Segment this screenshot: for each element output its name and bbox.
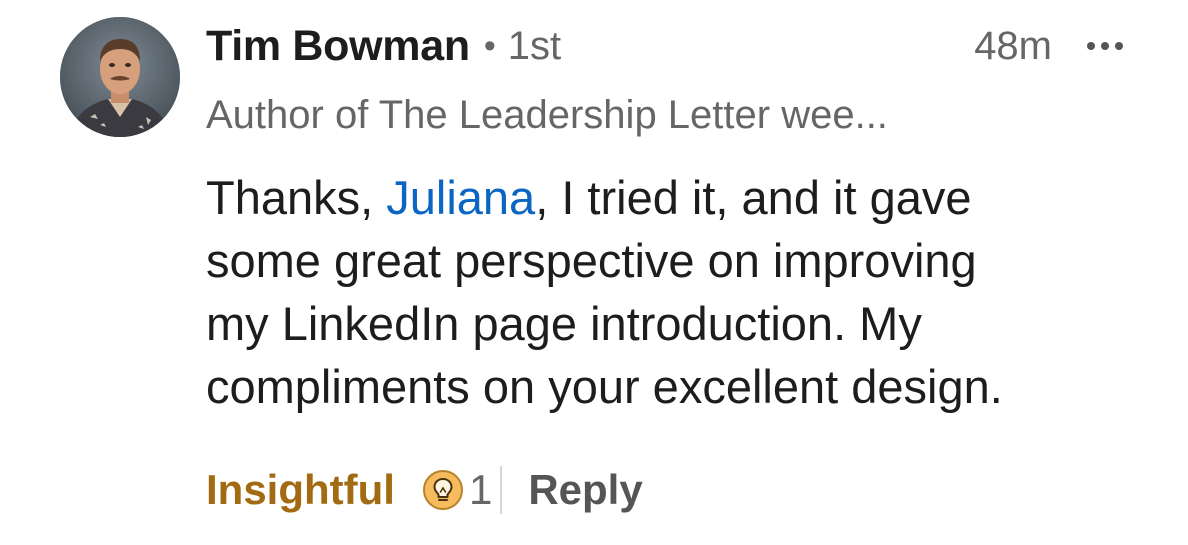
comment-line-3: my LinkedIn page introduction. My — [206, 297, 922, 350]
author-headline: Author of The Leadership Letter wee... — [206, 93, 888, 137]
avatar-photo — [60, 17, 180, 137]
reaction-button[interactable]: Insightful — [206, 466, 395, 514]
more-options-button[interactable] — [1080, 28, 1130, 64]
ellipsis-icon — [1087, 42, 1123, 50]
comment-line-1: Thanks, Juliana, I tried it, and it gave — [206, 166, 1136, 229]
mention-link[interactable]: Juliana — [386, 171, 535, 224]
connection-degree: 1st — [507, 23, 562, 68]
comment: Tim Bowman • 1st 48m Author of The Leade… — [0, 0, 1188, 545]
action-divider — [500, 466, 503, 514]
comment-line-2: some great perspective on improving — [206, 234, 977, 287]
comment-header: Tim Bowman • 1st 48m — [206, 14, 1136, 78]
comment-actions: Insightful 1 Reply — [206, 460, 643, 520]
separator-dot: • — [483, 26, 496, 65]
comment-text-segment: , I tried it, and it gave — [535, 171, 972, 224]
lightbulb-icon[interactable] — [422, 470, 463, 510]
author-name[interactable]: Tim Bowman — [206, 22, 470, 71]
timestamp: 48m — [974, 24, 1052, 68]
comment-text-segment: Thanks, — [206, 171, 387, 224]
avatar[interactable] — [60, 17, 180, 137]
comment-text: Thanks, Juliana, I tried it, and it gave… — [206, 166, 1136, 418]
reply-button[interactable]: Reply — [528, 466, 642, 514]
comment-line-4: compliments on your excellent design. — [206, 360, 1003, 413]
reaction-count[interactable]: 1 — [469, 466, 492, 514]
